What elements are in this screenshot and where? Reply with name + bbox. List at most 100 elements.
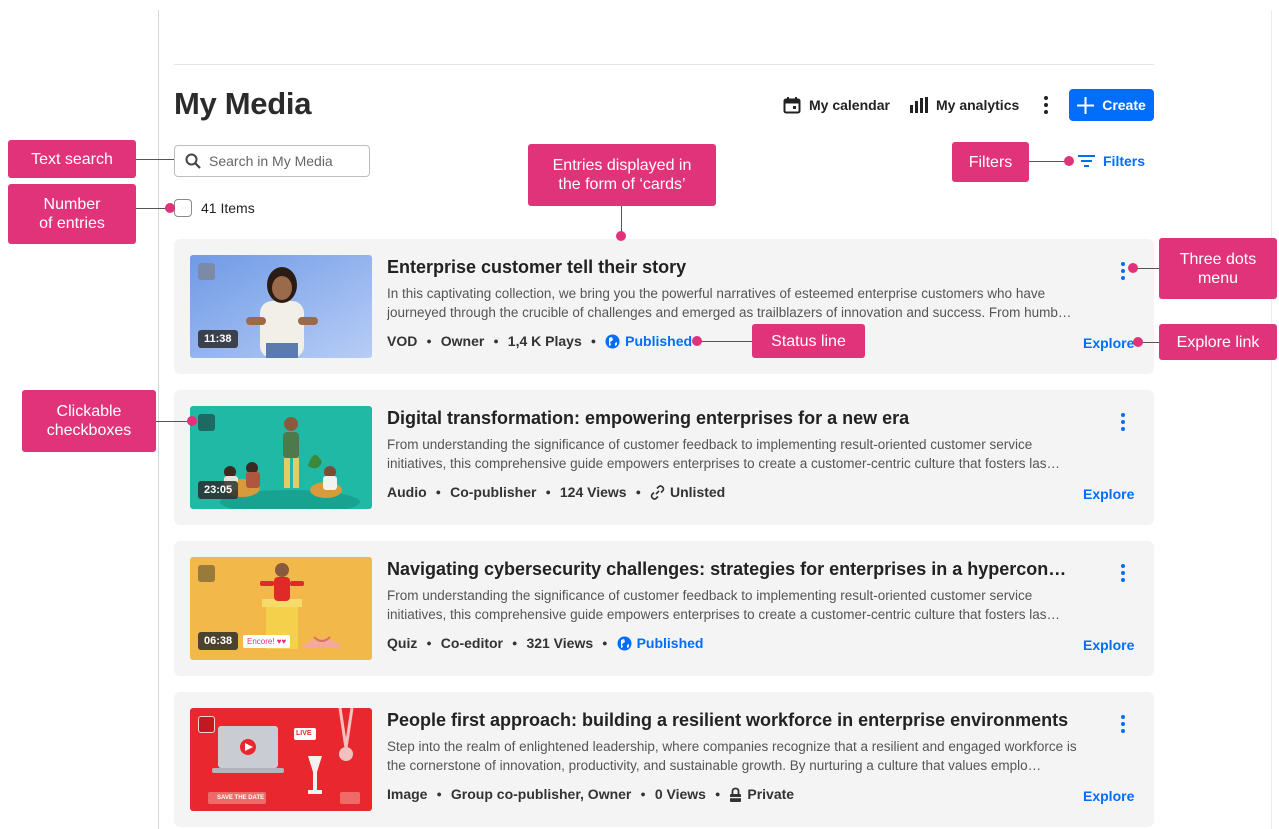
callout-marker-dot xyxy=(165,203,175,213)
entry-title[interactable]: Digital transformation: empowering enter… xyxy=(387,408,1077,429)
globe-icon xyxy=(605,334,620,348)
thumbnail-banner-text: SAVE THE DATE xyxy=(217,795,265,801)
separator-dot: ● xyxy=(426,336,432,346)
entry-more-menu-button[interactable] xyxy=(1118,410,1128,434)
entry-thumbnail[interactable]: 11:38 xyxy=(190,255,372,358)
entry-status-label: Published xyxy=(636,635,704,651)
callout-explore-link: Explore link xyxy=(1159,324,1277,360)
separator-dot: ● xyxy=(602,638,608,648)
entry-stat: 1,4 K Plays xyxy=(507,333,582,349)
callout-connector xyxy=(136,159,174,160)
more-vertical-icon-dot xyxy=(1044,110,1048,114)
separator-dot: ● xyxy=(493,336,499,346)
more-vertical-icon xyxy=(1121,715,1125,719)
entry-thumbnail[interactable]: 23:05 xyxy=(190,406,372,509)
page-title: My Media xyxy=(174,86,312,121)
entry-description: From understanding the significance of c… xyxy=(387,588,1061,622)
entry-stat: 321 Views xyxy=(526,635,594,651)
explore-link[interactable]: Explore xyxy=(1083,486,1134,502)
my-calendar-label: My calendar xyxy=(809,97,890,113)
entry-more-menu-button[interactable] xyxy=(1118,259,1128,283)
search-input[interactable] xyxy=(209,153,359,169)
my-calendar-button[interactable]: My calendar xyxy=(783,92,890,118)
callout-clickable-checkboxes: Clickable checkboxes xyxy=(22,390,156,452)
entry-description: From understanding the significance of c… xyxy=(387,437,1061,471)
callout-marker-dot xyxy=(1064,156,1074,166)
callout-filters: Filters xyxy=(952,142,1029,182)
my-analytics-label: My analytics xyxy=(936,97,1020,113)
entry-role: Co-editor xyxy=(440,635,503,651)
separator-dot: ● xyxy=(512,638,518,648)
explore-link[interactable]: Explore xyxy=(1083,637,1134,653)
entry-title[interactable]: People first approach: building a resili… xyxy=(387,710,1077,731)
entry-type: VOD xyxy=(387,333,418,349)
filters-label: Filters xyxy=(1103,153,1146,169)
more-vertical-icon-dot xyxy=(1121,722,1125,726)
entry-status-label: Private xyxy=(747,786,795,802)
status-line: Quiz ● Co-editor ● 321 Views ● Published xyxy=(387,635,703,651)
explore-link[interactable]: Explore xyxy=(1083,335,1134,351)
right-divider xyxy=(1271,10,1272,829)
callout-connector xyxy=(697,341,752,342)
entry-stat: 124 Views xyxy=(559,484,627,500)
callout-marker-dot xyxy=(1133,337,1143,347)
more-vertical-icon-dot xyxy=(1121,427,1125,431)
entry-status-label: Unlisted xyxy=(670,484,726,500)
create-label: Create xyxy=(1102,97,1146,113)
entry-type: Quiz xyxy=(387,635,418,651)
entry-more-menu-button[interactable] xyxy=(1118,561,1128,585)
callout-cards: Entries displayed in the form of ‘cards’ xyxy=(528,144,716,206)
callout-marker-dot xyxy=(1128,263,1138,273)
more-vertical-icon xyxy=(1121,413,1125,417)
callout-connector xyxy=(621,206,622,232)
media-card: LIVE SAVE THE DATE People first approach… xyxy=(174,692,1154,827)
entry-thumbnail[interactable]: 06:38 Encore! ♥♥ xyxy=(190,557,372,660)
lock-icon xyxy=(730,787,742,802)
more-vertical-icon-dot xyxy=(1121,276,1125,280)
separator-dot: ● xyxy=(426,638,432,648)
more-vertical-icon-dot xyxy=(1121,571,1125,575)
separator-dot: ● xyxy=(640,789,646,799)
explore-link[interactable]: Explore xyxy=(1083,788,1134,804)
item-count-row: 41 Items xyxy=(174,199,255,217)
search-box[interactable] xyxy=(174,145,370,177)
separator-dot: ● xyxy=(590,336,597,346)
entry-title[interactable]: Enterprise customer tell their story xyxy=(387,257,1077,278)
more-vertical-icon-dot xyxy=(1121,729,1125,733)
callout-text-search: Text search xyxy=(8,140,136,178)
my-analytics-button[interactable]: My analytics xyxy=(910,92,1019,118)
entry-checkbox[interactable] xyxy=(198,263,215,280)
media-card: 23:05 Digital transformation: empowering… xyxy=(174,390,1154,525)
entry-stat: 0 Views xyxy=(654,786,706,802)
entry-title[interactable]: Navigating cybersecurity challenges: str… xyxy=(387,559,1077,580)
callout-number-of-entries: Number of entries xyxy=(8,184,136,244)
filter-lines-icon xyxy=(1078,155,1095,167)
more-vertical-icon-dot xyxy=(1044,103,1048,107)
more-vertical-icon xyxy=(1044,96,1048,100)
callout-marker-dot xyxy=(616,231,626,241)
separator-dot: ● xyxy=(714,789,721,799)
entry-thumbnail[interactable]: LIVE SAVE THE DATE xyxy=(190,708,372,811)
entry-checkbox[interactable] xyxy=(198,565,215,582)
calendar-icon xyxy=(783,96,801,113)
entry-checkbox[interactable] xyxy=(198,716,215,733)
callout-three-dots-menu: Three dots menu xyxy=(1159,238,1277,299)
globe-icon xyxy=(617,636,632,650)
filters-button[interactable]: Filters xyxy=(1078,150,1145,172)
header-more-menu-button[interactable] xyxy=(1036,92,1056,118)
status-line: VOD ● Owner ● 1,4 K Plays ● Published xyxy=(387,333,692,349)
separator-dot: ● xyxy=(435,487,442,497)
entry-status-label: Published xyxy=(625,333,693,349)
status-line: Audio ● Co-publisher ● 124 Views ● Unlisted xyxy=(387,484,725,500)
select-all-checkbox[interactable] xyxy=(174,199,192,217)
entry-more-menu-button[interactable] xyxy=(1118,712,1128,736)
create-button[interactable]: Create xyxy=(1069,89,1154,121)
more-vertical-icon-dot xyxy=(1121,420,1125,424)
more-vertical-icon-dot xyxy=(1121,269,1125,273)
thumbnail-live-tag: LIVE xyxy=(296,730,312,737)
item-count-label: 41 Items xyxy=(201,200,255,216)
entry-status: Published xyxy=(605,333,692,349)
entry-checkbox[interactable] xyxy=(198,414,215,431)
media-card: 06:38 Encore! ♥♥ Navigating cybersecurit… xyxy=(174,541,1154,676)
entry-type: Audio xyxy=(387,484,427,500)
